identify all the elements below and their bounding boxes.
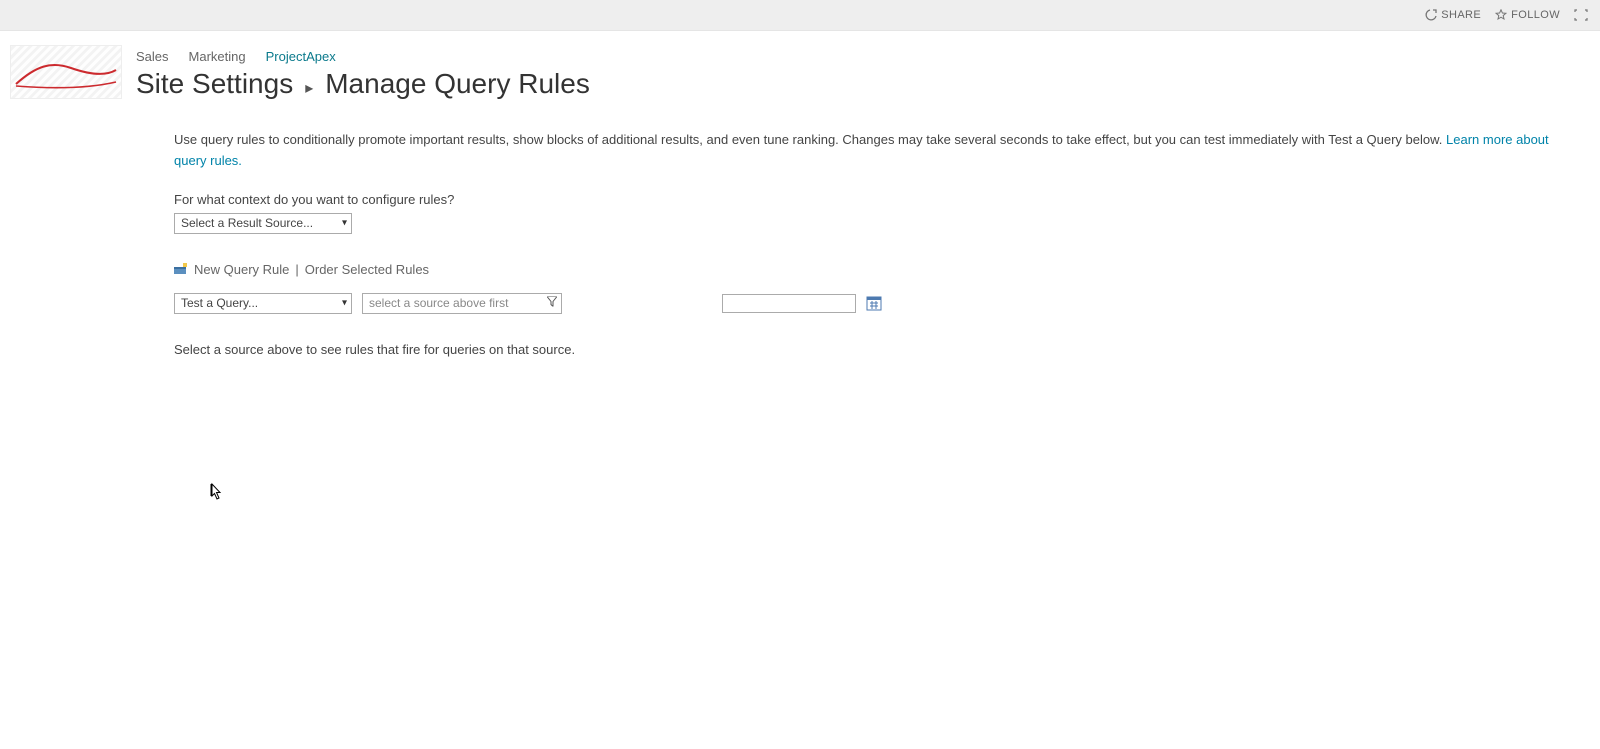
focus-icon	[1574, 9, 1588, 21]
source-hint: Select a source above to see rules that …	[174, 342, 1574, 357]
follow-button[interactable]: FOLLOW	[1495, 9, 1560, 21]
intro-text: Use query rules to conditionally promote…	[174, 130, 1574, 172]
page-title: Site Settings ▸ Manage Query Rules	[136, 68, 1600, 100]
order-selected-rules-link[interactable]: Order Selected Rules	[305, 262, 429, 277]
nav-item-projectapex[interactable]: ProjectApex	[266, 49, 336, 64]
ribbon-bar: SHARE FOLLOW	[0, 0, 1600, 31]
context-label: For what context do you want to configur…	[174, 192, 1574, 207]
follow-label: FOLLOW	[1511, 9, 1560, 21]
test-query-select[interactable]: Test a Query... ▾	[174, 293, 352, 314]
chevron-down-icon: ▾	[342, 214, 347, 233]
share-button[interactable]: SHARE	[1425, 9, 1481, 21]
result-source-select[interactable]: Select a Result Source... ▾	[174, 213, 352, 234]
date-input[interactable]	[722, 294, 856, 313]
source-filter-select[interactable]: select a source above first	[362, 293, 562, 314]
cursor-icon	[206, 482, 224, 507]
result-source-placeholder: Select a Result Source...	[181, 216, 313, 230]
intro-body: Use query rules to conditionally promote…	[174, 132, 1446, 147]
new-query-rule-link[interactable]: New Query Rule	[194, 262, 289, 277]
top-nav: Sales Marketing ProjectApex	[136, 49, 1600, 64]
main-content: Use query rules to conditionally promote…	[0, 100, 1574, 357]
test-query-row: Test a Query... ▾ select a source above …	[174, 293, 1574, 314]
page-title-current: Manage Query Rules	[325, 68, 590, 100]
nav-item-sales[interactable]: Sales	[136, 49, 169, 64]
rule-toolbar: New Query Rule | Order Selected Rules	[174, 262, 1574, 277]
new-rule-icon	[174, 263, 188, 275]
star-icon	[1495, 9, 1507, 21]
source-filter-placeholder: select a source above first	[369, 296, 508, 310]
breadcrumb-site-settings[interactable]: Site Settings	[136, 68, 293, 100]
chevron-down-icon: ▾	[342, 294, 347, 313]
toolbar-separator: |	[295, 262, 298, 277]
focus-button[interactable]	[1574, 9, 1588, 21]
page-header: Sales Marketing ProjectApex Site Setting…	[0, 31, 1600, 100]
nav-item-marketing[interactable]: Marketing	[189, 49, 246, 64]
filter-icon	[547, 294, 557, 313]
calendar-icon[interactable]	[866, 295, 882, 311]
site-logo[interactable]	[10, 45, 122, 99]
share-icon	[1425, 9, 1437, 21]
share-label: SHARE	[1441, 9, 1481, 21]
chevron-right-icon: ▸	[305, 78, 313, 98]
test-query-label: Test a Query...	[181, 296, 258, 310]
